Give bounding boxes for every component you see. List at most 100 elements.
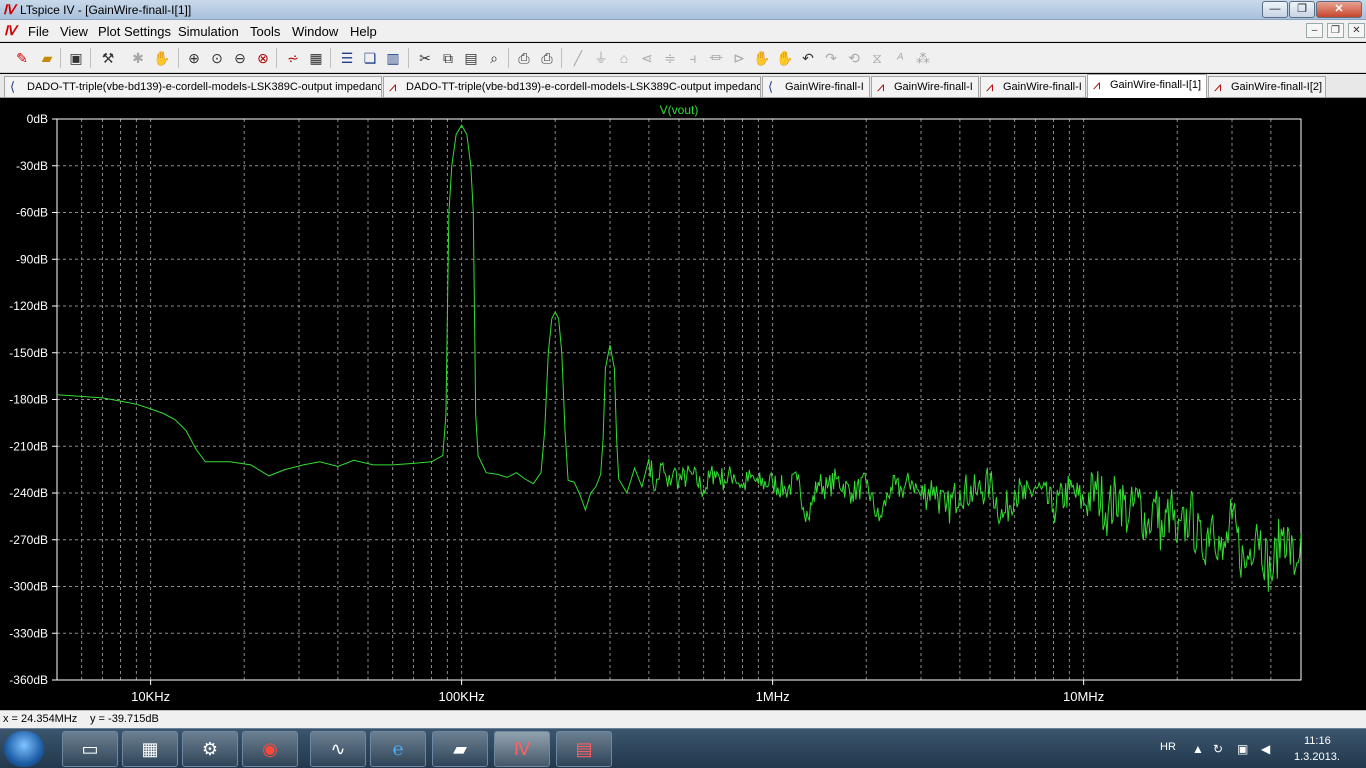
tile-horizontal-icon[interactable]: ☰: [337, 48, 357, 68]
volume-icon[interactable]: ◀: [1261, 742, 1270, 756]
tab-schematic-dado[interactable]: ⟨ DADO-TT-triple(vbe-bd139)-e-cordell-mo…: [4, 76, 382, 97]
redo-icon[interactable]: ↷: [821, 48, 841, 68]
show-hidden-icons-icon[interactable]: ▲: [1192, 742, 1204, 756]
mdi-minimize-button[interactable]: –: [1306, 23, 1323, 38]
antivirus-icon[interactable]: ◉: [242, 731, 298, 767]
x-tick-label: 1MHz: [756, 689, 790, 704]
move-icon[interactable]: ✋: [752, 48, 772, 68]
title-bar: Ⅳ LTspice IV - [GainWire-finall-I[1]] — …: [0, 0, 1366, 20]
network-icon[interactable]: ▣: [1237, 742, 1248, 756]
x-tick-label: 10MHz: [1063, 689, 1104, 704]
y-tick-label: -60dB: [16, 206, 48, 220]
y-tick-label: -210dB: [9, 439, 48, 453]
trace-title: V(vout): [660, 103, 699, 117]
menu-window[interactable]: Window: [292, 24, 338, 39]
tab-waveform-gainwire[interactable]: ⩘ GainWire-finall-I: [871, 76, 979, 97]
x-tick-label: 100KHz: [438, 689, 484, 704]
toolbar-separator: [90, 48, 91, 68]
menu-plot-settings[interactable]: Plot Settings: [98, 24, 171, 39]
start-button[interactable]: [4, 731, 44, 767]
print-icon[interactable]: ⎙: [537, 48, 557, 68]
save-icon[interactable]: ▣: [66, 48, 86, 68]
folder-icon[interactable]: ▰: [432, 731, 488, 767]
y-tick-label: -180dB: [9, 393, 48, 407]
mdi-close-button[interactable]: ✕: [1348, 23, 1365, 38]
mdi-restore-button[interactable]: ❐: [1327, 23, 1344, 38]
zoom-fit-icon[interactable]: ⊙: [207, 48, 227, 68]
open-schematic-icon[interactable]: ✎: [12, 48, 32, 68]
print-setup-icon[interactable]: ⎙: [514, 48, 534, 68]
rotate-icon[interactable]: ⟲: [844, 48, 864, 68]
y-tick-label: -90dB: [16, 252, 48, 266]
diode-icon[interactable]: ⊳: [729, 48, 749, 68]
resistor-icon[interactable]: ≑: [660, 48, 680, 68]
cut-icon[interactable]: ✂: [415, 48, 435, 68]
autoscale-icon[interactable]: ⩫: [283, 48, 303, 68]
menu-file[interactable]: File: [28, 24, 49, 39]
file-explorer-icon[interactable]: ▭: [62, 731, 118, 767]
maximize-button[interactable]: ❐: [1289, 1, 1315, 18]
tab-label: GainWire-finall-I[1]: [1110, 79, 1202, 91]
menu-tools[interactable]: Tools: [250, 24, 280, 39]
window-title: LTspice IV - [GainWire-finall-I[1]]: [20, 3, 192, 17]
y-tick-label: 0dB: [27, 112, 48, 126]
copy-icon[interactable]: ⧉: [438, 48, 458, 68]
internet-explorer-icon[interactable]: ℮: [370, 731, 426, 767]
find-icon[interactable]: ⌕: [484, 48, 504, 68]
zoom-in-icon[interactable]: ⊕: [184, 48, 204, 68]
component-icon[interactable]: ⋖: [637, 48, 657, 68]
minimize-button[interactable]: —: [1262, 1, 1288, 18]
cascade-icon[interactable]: ❏: [360, 48, 380, 68]
open-file-icon[interactable]: ▰: [37, 48, 57, 68]
document-tabs: ⟨ DADO-TT-triple(vbe-bd139)-e-cordell-mo…: [0, 74, 1366, 98]
waveform-icon: ⩘: [1093, 77, 1101, 92]
menu-view[interactable]: View: [60, 24, 88, 39]
wire-icon[interactable]: ╱: [568, 48, 588, 68]
pdf-reader-icon[interactable]: ▤: [556, 731, 612, 767]
tab-waveform-gainwire-3[interactable]: ⩘ GainWire-finall-I[2]: [1208, 76, 1326, 97]
text-icon[interactable]: ᴬ: [890, 48, 910, 68]
waveform-plot-pane[interactable]: 0dB -30dB -60dB -90dB -120dB -150dB -180dB -210…: [0, 99, 1366, 709]
close-button[interactable]: ✕: [1316, 1, 1362, 18]
tab-schematic-gainwire[interactable]: ⟨ GainWire-finall-I: [762, 76, 870, 97]
spice-directive-icon[interactable]: ⁂: [913, 48, 933, 68]
mirror-icon[interactable]: ⧖: [867, 48, 887, 68]
paste-icon[interactable]: ▤: [461, 48, 481, 68]
language-indicator[interactable]: HR: [1160, 741, 1176, 753]
ground-icon[interactable]: ⏚: [591, 48, 611, 68]
drag-icon[interactable]: ✋: [775, 48, 795, 68]
document-icon[interactable]: Ⅳ: [4, 23, 20, 39]
grid-icon[interactable]: ▦: [306, 48, 326, 68]
toolbar-separator: [330, 48, 331, 68]
zoom-out-icon[interactable]: ⊖: [230, 48, 250, 68]
hammer-icon[interactable]: ⚒: [98, 48, 118, 68]
tab-label: GainWire-finall-I[2]: [1231, 81, 1323, 93]
scanner-icon[interactable]: ⚙: [182, 731, 238, 767]
installer-icon[interactable]: ▦: [122, 731, 178, 767]
run-icon[interactable]: ✱: [128, 48, 148, 68]
tile-vertical-icon[interactable]: ▥: [383, 48, 403, 68]
cancel-zoom-icon[interactable]: ⊗: [253, 48, 273, 68]
sync-icon[interactable]: ↻: [1213, 742, 1223, 756]
undo-icon[interactable]: ↶: [798, 48, 818, 68]
tab-label: GainWire-finall-I: [894, 81, 973, 93]
menu-simulation[interactable]: Simulation: [178, 24, 239, 39]
menu-help[interactable]: Help: [350, 24, 377, 39]
tab-waveform-gainwire-1[interactable]: ⩘ GainWire-finall-I[1]: [1087, 74, 1207, 98]
clock-time[interactable]: 11:16: [1304, 735, 1331, 747]
schematic-icon: ⟨: [10, 79, 16, 94]
clock-date[interactable]: 1.3.2013.: [1294, 751, 1340, 763]
oscilloscope-icon[interactable]: ∿: [310, 731, 366, 767]
toolbar-separator: [276, 48, 277, 68]
capacitor-icon[interactable]: ⫞: [683, 48, 703, 68]
toolbar-separator: [408, 48, 409, 68]
ltspice-app-icon[interactable]: Ⅳ: [3, 3, 17, 17]
pan-hand-icon[interactable]: ✋: [152, 48, 172, 68]
tab-waveform-dado[interactable]: ⩘ DADO-TT-triple(vbe-bd139)-e-cordell-mo…: [383, 76, 761, 97]
waveform-chart[interactable]: 0dB -30dB -60dB -90dB -120dB -150dB -180dB -210…: [0, 99, 1366, 709]
ltspice-icon[interactable]: Ⅳ: [494, 731, 550, 767]
tab-waveform-gainwire-2[interactable]: ⩘ GainWire-finall-I: [980, 76, 1086, 97]
y-tick-label: -300dB: [9, 580, 48, 594]
label-icon[interactable]: ⌂: [614, 48, 634, 68]
inductor-icon[interactable]: ⏛: [706, 48, 726, 68]
